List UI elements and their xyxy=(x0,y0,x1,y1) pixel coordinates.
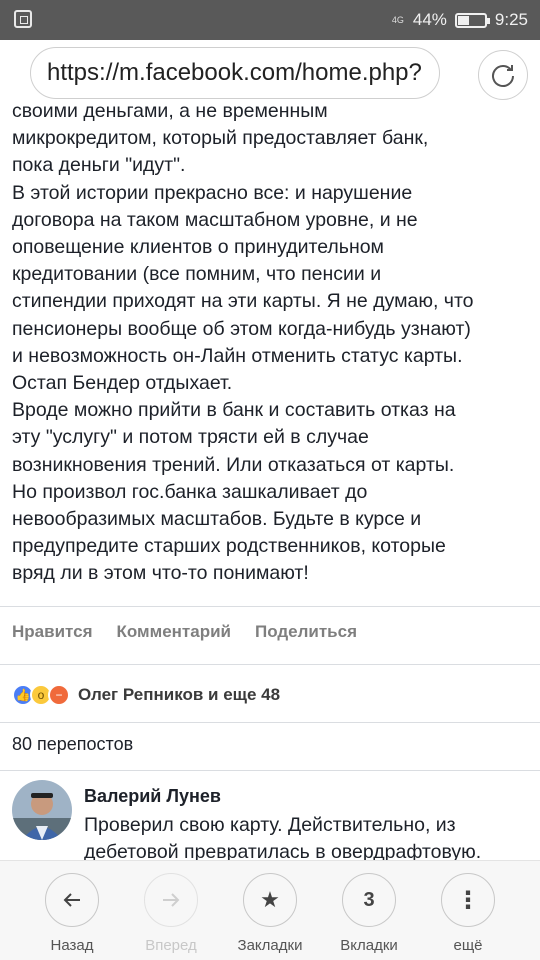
tabs-count: 3 xyxy=(342,873,396,927)
more-label: ещё xyxy=(453,937,483,954)
comment-line: Проверил свою карту. Действительно, из xyxy=(84,814,456,836)
like-button[interactable]: Нравится xyxy=(12,622,93,642)
post-line: предупредите старших родственников, кото… xyxy=(12,535,446,558)
url-field[interactable]: https://m.facebook.com/home.php? xyxy=(30,47,440,99)
forward-button[interactable]: Вперед xyxy=(126,873,216,954)
browser-toolbar: Назад Вперед ★ Закладки 3 Вкладки ⋮ ещё xyxy=(0,860,540,960)
divider xyxy=(0,722,540,723)
post-line: В этой истории прекрасно все: и нарушени… xyxy=(12,181,413,204)
post-line: Вроде можно прийти в банк и составить от… xyxy=(12,399,456,422)
tabs-label: Вкладки xyxy=(340,937,398,954)
back-button[interactable]: Назад xyxy=(27,873,117,954)
status-bar: 4G 44% 9:25 xyxy=(0,0,540,40)
battery-percent: 44% xyxy=(412,10,447,29)
post-line: пенсионеры вообще об этом когда-нибудь у… xyxy=(12,317,471,340)
post-line: вряд ли в этом что-то понимают! xyxy=(12,562,309,585)
post-line: невообразимых масштабов. Будьте в курсе … xyxy=(12,508,422,531)
comment-button[interactable]: Комментарий xyxy=(117,622,231,642)
post-actions: Нравится Комментарий Поделиться xyxy=(12,622,357,642)
post-line: своими деньгами, а не временным xyxy=(12,100,328,122)
post-line: кредитовании (все помним, что пенсии и xyxy=(12,263,382,286)
post-line: Но произвол гос.банка зашкаливает до xyxy=(12,480,368,503)
address-bar: https://m.facebook.com/home.php? xyxy=(0,40,540,106)
post-body: своими деньгами, а не временным микрокре… xyxy=(12,98,524,588)
bookmarks-label: Закладки xyxy=(237,937,303,954)
post-line: стипендии приходят на эти карты. Я не ду… xyxy=(12,290,474,313)
bookmarks-button[interactable]: ★ Закладки xyxy=(225,873,315,954)
comment-text: Проверил свою карту. Действительно, из д… xyxy=(84,812,534,866)
star-icon: ★ xyxy=(243,873,297,927)
reload-button[interactable] xyxy=(478,50,528,100)
battery-icon xyxy=(454,12,490,28)
arrow-right-icon xyxy=(163,893,180,907)
divider xyxy=(0,664,540,665)
angry-icon: − xyxy=(48,684,70,706)
comment: Валерий Лунев Проверил свою карту. Дейст… xyxy=(0,776,540,863)
reactions-summary[interactable]: 👍 o − Олег Репников и еще 48 xyxy=(0,670,540,720)
more-vertical-icon: ⋮ xyxy=(441,873,495,927)
divider xyxy=(0,770,540,771)
network-icon: 4G xyxy=(391,14,404,25)
tabs-button[interactable]: 3 Вкладки xyxy=(324,873,414,954)
avatar[interactable] xyxy=(12,780,72,840)
post-line: договора на таком масштабном уровне, и н… xyxy=(12,208,418,231)
status-indicators: 4G 44% 9:25 xyxy=(391,0,528,40)
divider xyxy=(0,606,540,607)
shares-count[interactable]: 80 перепостов xyxy=(12,734,133,755)
more-button[interactable]: ⋮ ещё xyxy=(423,873,513,954)
screenshot-icon xyxy=(14,10,32,28)
post-line: эту "услугу" и потом трясти ей в случае xyxy=(12,426,369,449)
forward-label: Вперед xyxy=(145,937,197,954)
comment-author[interactable]: Валерий Лунев xyxy=(84,786,221,807)
back-label: Назад xyxy=(50,937,94,954)
post-line: микрокредитом, который предоставляет бан… xyxy=(12,127,429,150)
post-line: Остап Бендер отдыхает. xyxy=(12,372,233,395)
arrow-left-icon xyxy=(63,893,80,907)
reload-icon xyxy=(492,65,514,87)
post-line: пока деньги "идут". xyxy=(12,154,186,177)
share-button[interactable]: Поделиться xyxy=(255,622,357,642)
post-line: и невозможность он-Лайн отменить статус … xyxy=(12,344,463,367)
reactions-text: Олег Репников и еще 48 xyxy=(78,685,281,704)
post-line: возникновения трений. Или отказаться от … xyxy=(12,453,455,476)
post-line: оповещение клиентов о принудительном xyxy=(12,236,384,259)
clock: 9:25 xyxy=(494,10,528,29)
